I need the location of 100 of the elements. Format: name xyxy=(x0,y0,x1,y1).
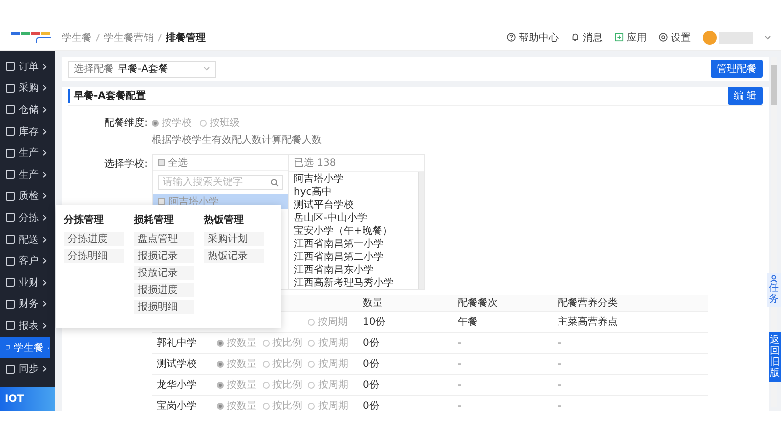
square-icon xyxy=(6,127,15,136)
meal-select[interactable]: 选择配餐 早餐-A套餐 xyxy=(68,60,216,78)
separator-icon xyxy=(96,34,100,42)
edit-button[interactable]: 编 辑 xyxy=(728,87,763,105)
square-icon xyxy=(6,148,15,158)
chevron-right-icon xyxy=(43,193,47,200)
sidebar-item[interactable]: 业财 xyxy=(0,272,50,294)
selected-school[interactable]: 宝安小学（午+晚餐） xyxy=(289,224,418,237)
square-icon xyxy=(6,170,15,180)
breadcrumb-item: 排餐管理 xyxy=(166,32,206,44)
square-icon xyxy=(6,256,15,266)
square-icon xyxy=(6,84,15,93)
square-icon xyxy=(6,62,15,72)
header-action[interactable]: 应用 xyxy=(615,30,647,44)
menu-item[interactable]: 报损记录 xyxy=(134,249,194,263)
menu-item[interactable]: 报损进度 xyxy=(134,283,194,297)
menu-item[interactable]: 报损明细 xyxy=(134,300,194,314)
table-cell-text: 测试学校 xyxy=(156,358,198,371)
menu-item[interactable]: 盘点管理 xyxy=(134,232,194,246)
sidebar-item[interactable]: 采购 xyxy=(0,78,50,100)
menu-item[interactable]: 分拣进度 xyxy=(64,232,124,246)
caret-icon[interactable] xyxy=(765,36,771,40)
header-action[interactable]: 消息 xyxy=(571,30,603,44)
field-label: 选择学校: xyxy=(104,158,148,171)
selected-school[interactable]: 测试平台学校 xyxy=(289,198,418,211)
apps-icon xyxy=(615,33,624,42)
square-icon xyxy=(6,343,10,352)
selected-school[interactable]: hyc高中 xyxy=(289,185,418,198)
square-icon xyxy=(6,321,15,330)
scrollbar-thumb[interactable] xyxy=(771,65,777,105)
selected-school[interactable]: 江西高新考理马秀小学 xyxy=(289,276,418,289)
help-icon xyxy=(507,33,516,42)
sidebar-item[interactable]: 库存 xyxy=(0,120,50,142)
table-cell-text: - xyxy=(557,380,563,390)
iot-banner[interactable]: IOT xyxy=(0,387,55,411)
avatar[interactable] xyxy=(703,30,717,44)
table-cell-text: - xyxy=(557,338,563,348)
menu-item[interactable]: 分拣明细 xyxy=(64,249,124,263)
logo-icon xyxy=(11,32,51,44)
table-cell-text: 10份 xyxy=(362,316,387,329)
breadcrumb-item[interactable]: 学生餐 xyxy=(62,30,92,44)
chevron-right-icon xyxy=(43,172,47,178)
square-icon xyxy=(6,364,15,374)
chevron-right-icon xyxy=(43,106,47,113)
selected-school[interactable]: 江西省南昌第二小学 xyxy=(289,250,418,263)
column-header: 配餐营养分类 xyxy=(557,296,619,310)
header-action[interactable]: 设置 xyxy=(659,30,691,44)
section-title: 早餐-A套餐配置 xyxy=(68,89,146,103)
selected-school[interactable]: 阿吉塔小学 xyxy=(289,172,418,185)
chevron-right-icon xyxy=(43,64,47,70)
chevron-right-icon xyxy=(43,150,47,156)
header-action[interactable]: 帮助中心 xyxy=(507,30,559,44)
sidebar-item[interactable]: 报表 xyxy=(0,315,50,337)
table-cell-text: - xyxy=(557,400,563,411)
sidebar-item[interactable]: 分拣 xyxy=(0,207,50,229)
table-cell-text: - xyxy=(457,400,463,411)
chevron-right-icon xyxy=(43,301,47,308)
sidebar-item[interactable]: 配送 xyxy=(0,228,50,250)
menu-group-title: 热饭管理 xyxy=(204,214,245,227)
chevron-right-icon xyxy=(43,214,47,221)
table-cell-text: 0份 xyxy=(362,400,380,411)
table-cell-text: 0份 xyxy=(362,379,380,392)
settings-icon xyxy=(659,33,668,42)
sidebar-item[interactable]: 生产 xyxy=(0,142,50,164)
table-cell-text: - xyxy=(457,358,463,370)
sidebar-item[interactable]: 生产 xyxy=(0,164,50,186)
legacy-version-button[interactable]: 返回旧版 xyxy=(769,332,781,382)
selected-school[interactable]: 岳山区-中山小学 xyxy=(289,211,418,224)
table-cell-text: 午餐 xyxy=(457,316,479,329)
square-icon xyxy=(6,300,15,309)
select-all-checkbox[interactable]: 全选 xyxy=(153,155,288,171)
table-cell-text: 郭礼中学 xyxy=(156,336,198,350)
task-button[interactable]: 任务 xyxy=(767,273,781,307)
breadcrumb-item[interactable]: 学生餐营销 xyxy=(104,30,154,44)
hint-text: 根据学校学生有效配人数计算配餐人数 xyxy=(152,134,322,147)
selected-school[interactable]: 江西省南昌东小学 xyxy=(289,263,418,276)
chevron-right-icon xyxy=(43,85,47,92)
sidebar-item[interactable]: 客户 xyxy=(0,250,50,272)
bell-icon xyxy=(571,33,580,42)
table-cell-text: 主菜高营养点 xyxy=(557,316,619,329)
manage-button[interactable]: 管理配餐 xyxy=(711,60,763,78)
square-icon xyxy=(6,192,15,201)
square-icon xyxy=(6,213,15,222)
table-cell-text: - xyxy=(457,338,463,348)
sidebar-item[interactable]: 仓储 xyxy=(0,99,50,121)
search-icon xyxy=(271,178,279,186)
sidebar-item[interactable]: 订单 xyxy=(0,56,50,78)
sidebar-item[interactable]: 学生餐 xyxy=(0,336,50,358)
menu-item[interactable]: 投放记录 xyxy=(134,266,194,280)
table-cell-text: 宝岗小学 xyxy=(156,400,198,411)
menu-item[interactable]: 热饭记录 xyxy=(204,249,264,263)
chevron-right-icon xyxy=(43,366,47,372)
table-cell-text: 0份 xyxy=(362,337,380,350)
sidebar-item[interactable]: 同步 xyxy=(0,358,50,380)
scrollbar[interactable] xyxy=(418,172,424,289)
sidebar-item[interactable]: 质检 xyxy=(0,186,50,208)
menu-group-title: 损耗管理 xyxy=(134,214,175,227)
sidebar-item[interactable]: 财务 xyxy=(0,294,50,316)
menu-item[interactable]: 采购计划 xyxy=(204,232,264,246)
selected-school[interactable]: 江西省南昌第一小学 xyxy=(289,237,418,250)
